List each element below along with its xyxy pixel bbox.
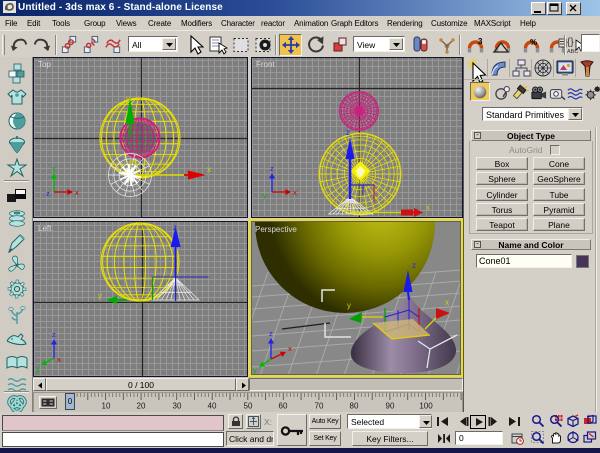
svg-text:y: y — [347, 301, 351, 310]
svg-text:3: 3 — [478, 37, 483, 46]
svg-text:x: x — [75, 188, 79, 197]
svg-text:y: y — [253, 366, 257, 375]
svg-text:x: x — [57, 355, 61, 364]
svg-text:z: z — [346, 128, 350, 137]
svg-text:90: 90 — [386, 402, 395, 411]
svg-text:60: 60 — [279, 402, 288, 411]
svg-text:z: z — [52, 330, 56, 339]
svg-text:y: y — [36, 364, 40, 373]
svg-text:x: x — [288, 344, 292, 353]
svg-text:z: z — [269, 329, 273, 338]
svg-text:x: x — [445, 298, 449, 307]
svg-text:50: 50 — [244, 402, 253, 411]
svg-text:70: 70 — [315, 402, 324, 411]
svg-text:10: 10 — [102, 402, 111, 411]
svg-text:y: y — [52, 164, 56, 173]
svg-text:x: x — [207, 165, 211, 174]
svg-text:{}: {} — [567, 37, 574, 48]
svg-text:100: 100 — [419, 402, 433, 411]
svg-text:%: % — [530, 38, 537, 47]
svg-text:20: 20 — [137, 402, 146, 411]
svg-text:30: 30 — [173, 402, 182, 411]
svg-text:z: z — [412, 261, 416, 270]
svg-text:y: y — [126, 94, 130, 103]
svg-text:40: 40 — [208, 402, 217, 411]
svg-text:y: y — [98, 291, 102, 300]
svg-text:z: z — [270, 164, 274, 173]
svg-text:x: x — [293, 188, 297, 197]
svg-text:z: z — [46, 189, 50, 198]
svg-text:z: z — [173, 223, 177, 232]
svg-text:x: x — [426, 203, 430, 212]
svg-text:80: 80 — [350, 402, 359, 411]
svg-text:y: y — [263, 191, 267, 200]
